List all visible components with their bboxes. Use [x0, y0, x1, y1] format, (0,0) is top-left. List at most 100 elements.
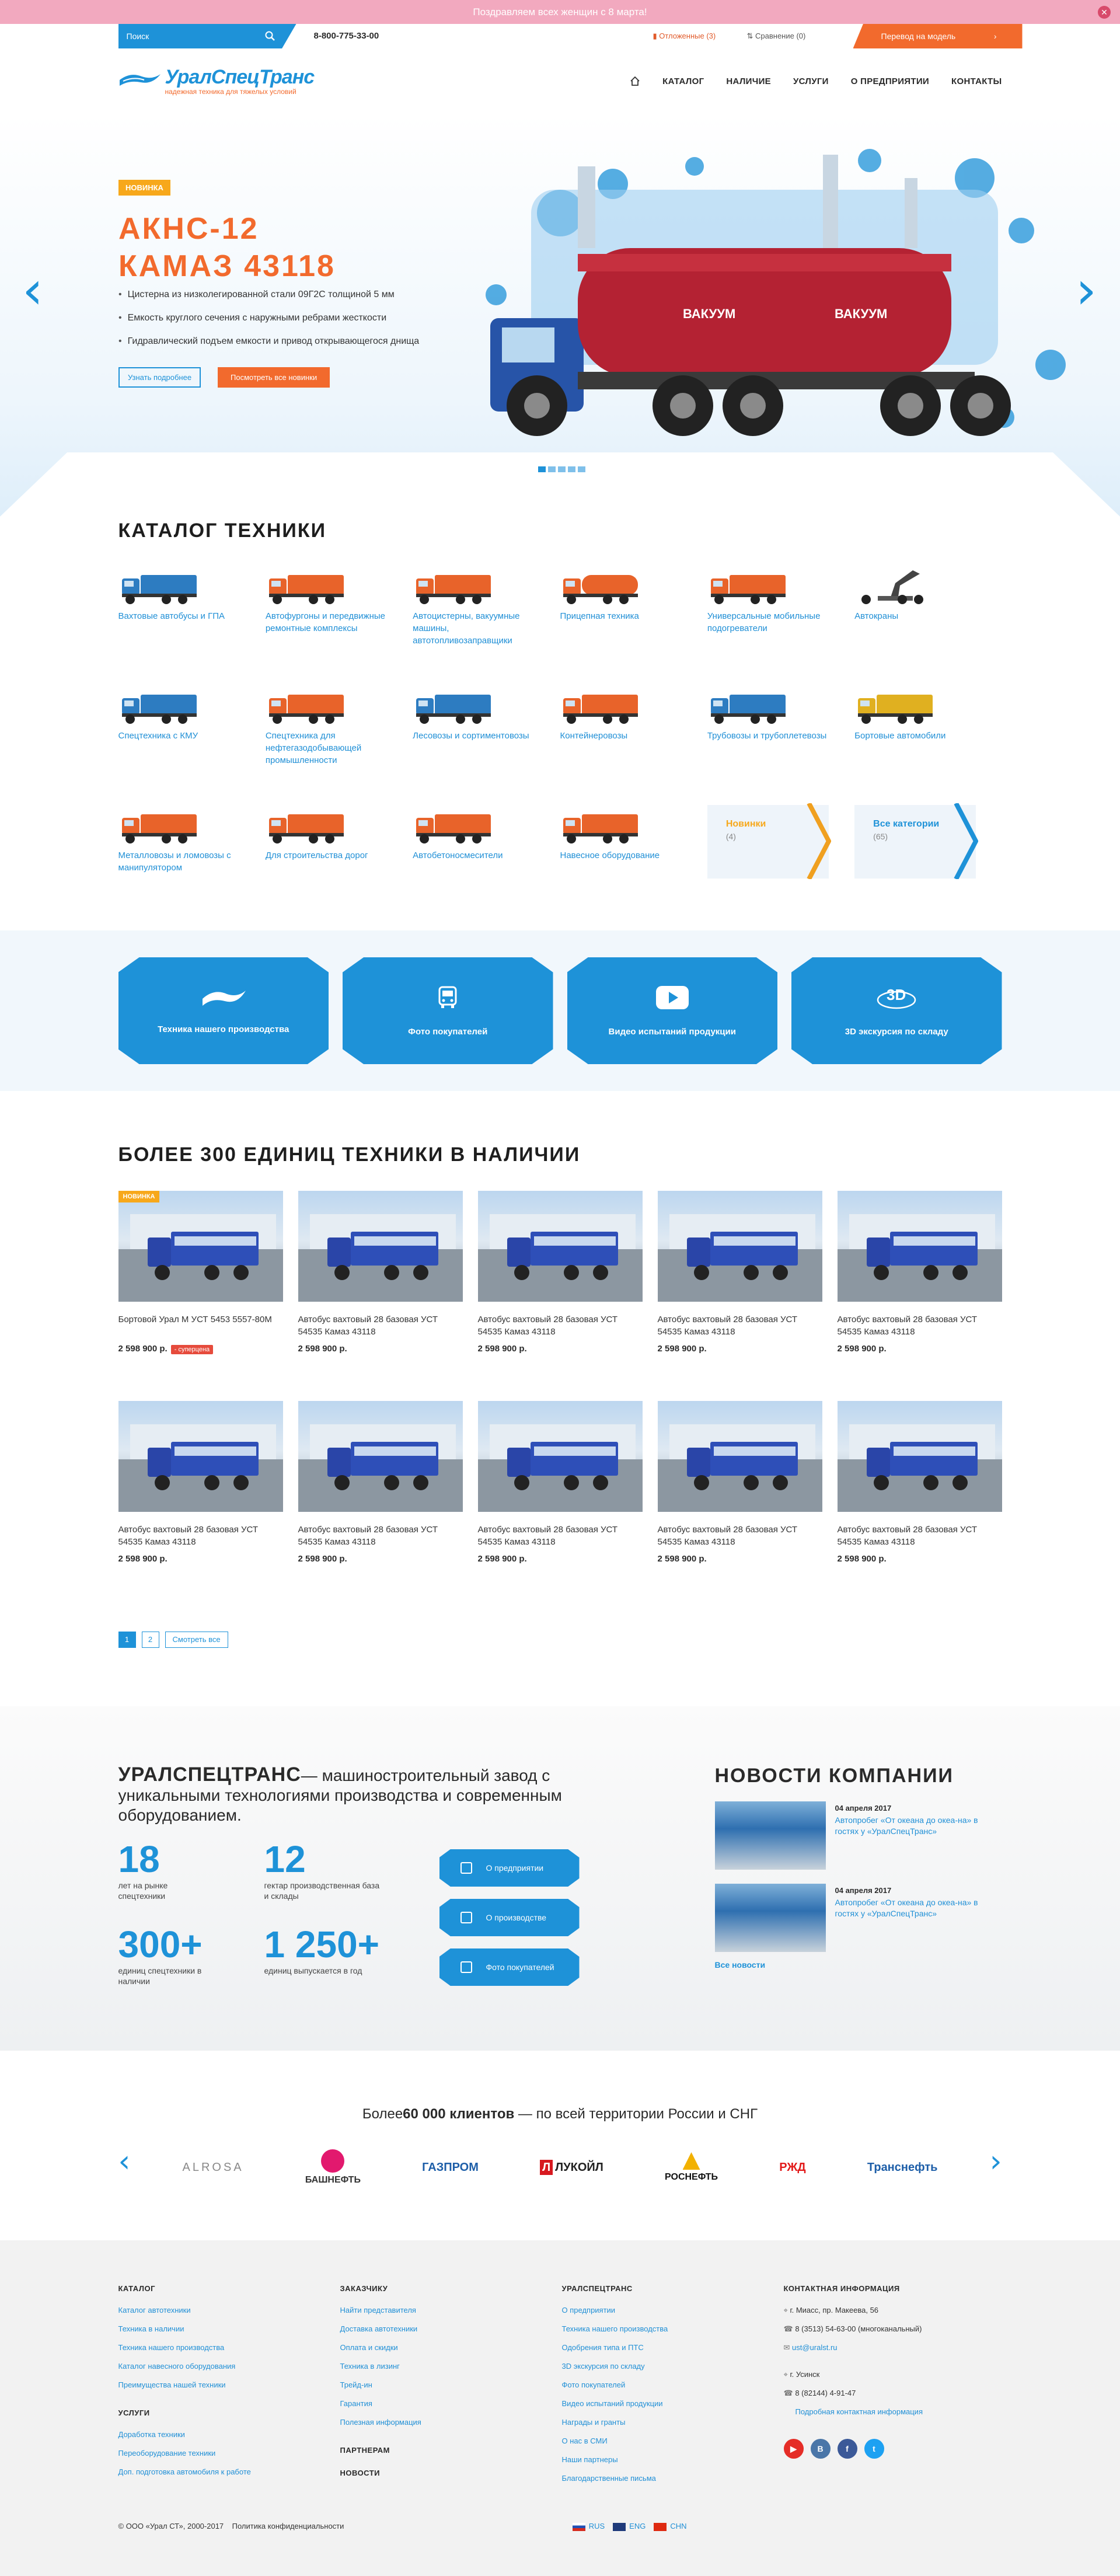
- product-image[interactable]: [657, 1401, 822, 1512]
- footer-link[interactable]: Трейд-ин: [340, 2376, 562, 2394]
- learn-more-button[interactable]: Узнать подробнее: [118, 367, 201, 388]
- product-card[interactable]: Автобус вахтовый 28 базовая УСТ 54535 Ка…: [657, 1401, 822, 1564]
- news-item[interactable]: 04 апреля 2017 Автопробег «От океана до о…: [714, 1801, 1002, 1870]
- footer-link[interactable]: 3D экскурсия по складу: [562, 2357, 784, 2376]
- catalog-item[interactable]: Навесное оборудование: [560, 805, 707, 925]
- clients-next-icon[interactable]: ›: [990, 2144, 1002, 2179]
- catalog-item-label[interactable]: Спецтехника с КМУ: [118, 730, 247, 742]
- product-card[interactable]: Автобус вахтовый 28 базовая УСТ 54535 Ка…: [837, 1191, 1002, 1354]
- footer-link[interactable]: Техника в наличии: [118, 2320, 340, 2338]
- footer-link[interactable]: Переоборудование техники: [118, 2444, 340, 2463]
- slider-dot[interactable]: [548, 466, 556, 472]
- product-card[interactable]: НОВИНКА Бортовой Урал М УСТ 5453 5557-80М…: [118, 1191, 283, 1354]
- privacy-link[interactable]: Политика конфиденциальности: [232, 2522, 344, 2530]
- footer-link[interactable]: Каталог навесного оборудования: [118, 2357, 340, 2376]
- catalog-item[interactable]: Контейнеровозы: [560, 685, 707, 805]
- slider-dot[interactable]: [568, 466, 575, 472]
- footer-heading[interactable]: ПАРТНЕРАМ: [340, 2446, 562, 2455]
- footer-link[interactable]: Найти представителя: [340, 2301, 562, 2320]
- product-card[interactable]: Автобус вахтовый 28 базовая УСТ 54535 Ка…: [118, 1401, 283, 1564]
- close-icon[interactable]: ✕: [1098, 6, 1111, 19]
- product-name[interactable]: Автобус вахтовый 28 базовая УСТ 54535 Ка…: [658, 1524, 822, 1548]
- footer-link[interactable]: Видео испытаний продукции: [562, 2394, 784, 2413]
- footer-link[interactable]: Фото покупателей: [562, 2376, 784, 2394]
- product-card[interactable]: Автобус вахтовый 28 базовая УСТ 54535 Ка…: [298, 1191, 463, 1354]
- youtube-icon[interactable]: ▶: [783, 2439, 804, 2459]
- footer-link[interactable]: Благодарственные письма: [562, 2469, 784, 2488]
- footer-link[interactable]: Гарантия: [340, 2394, 562, 2413]
- catalog-new-link[interactable]: Новинки (4): [707, 803, 831, 879]
- contact-details-link[interactable]: Подробная контактная информация: [784, 2403, 1002, 2421]
- footer-link[interactable]: Техника в лизинг: [340, 2357, 562, 2376]
- catalog-item[interactable]: Металловозы и ломовозы с манипулятором: [118, 805, 266, 925]
- lang-eng[interactable]: ENG: [613, 2522, 646, 2531]
- footer-link[interactable]: О нас в СМИ: [562, 2432, 784, 2450]
- footer-link[interactable]: Доп. подготовка автомобиля к работе: [118, 2463, 340, 2481]
- catalog-item-label[interactable]: Трубовозы и трубоплетевозы: [707, 730, 836, 742]
- lang-rus[interactable]: RUS: [572, 2522, 605, 2531]
- nav-catalog[interactable]: КАТАЛОГ: [662, 76, 704, 86]
- slider-dot[interactable]: [558, 466, 566, 472]
- product-name[interactable]: Автобус вахтовый 28 базовая УСТ 54535 Ка…: [298, 1313, 463, 1338]
- about-production-button[interactable]: О производстве: [439, 1899, 580, 1936]
- product-name[interactable]: Бортовой Урал М УСТ 5453 5557-80М: [118, 1313, 283, 1338]
- catalog-item-label[interactable]: Спецтехника для нефтегазодобывающей пром…: [266, 730, 394, 766]
- catalog-item-label[interactable]: Прицепная техника: [560, 610, 688, 622]
- product-image[interactable]: [837, 1191, 1002, 1302]
- catalog-item[interactable]: Прицепная техника: [560, 566, 707, 685]
- product-name[interactable]: Автобус вахтовый 28 базовая УСТ 54535 Ка…: [838, 1524, 1002, 1548]
- catalog-item[interactable]: Трубовозы и трубоплетевозы: [707, 685, 854, 805]
- all-new-button[interactable]: Посмотреть все новинки: [218, 367, 330, 388]
- catalog-item[interactable]: Спецтехника для нефтегазодобывающей пром…: [266, 685, 413, 805]
- product-name[interactable]: Автобус вахтовый 28 базовая УСТ 54535 Ка…: [478, 1313, 643, 1338]
- search-icon[interactable]: [265, 31, 275, 41]
- footer-link[interactable]: Доработка техники: [118, 2425, 340, 2444]
- product-name[interactable]: Автобус вахтовый 28 базовая УСТ 54535 Ка…: [838, 1313, 1002, 1338]
- slider-prev-icon[interactable]: ‹: [22, 260, 43, 321]
- page-1[interactable]: 1: [118, 1632, 136, 1648]
- catalog-item-label[interactable]: Автоцистерны, вакуумные машины, автотопл…: [413, 610, 541, 647]
- tile-photos[interactable]: Фото покупателей: [343, 957, 553, 1064]
- customer-photos-button[interactable]: Фото покупателей: [439, 1948, 580, 1986]
- product-card[interactable]: Автобус вахтовый 28 базовая УСТ 54535 Ка…: [298, 1401, 463, 1564]
- catalog-item-label[interactable]: Навесное оборудование: [560, 849, 688, 862]
- footer-link[interactable]: Оплата и скидки: [340, 2338, 562, 2357]
- clients-prev-icon[interactable]: ‹: [118, 2144, 131, 2179]
- tile-production[interactable]: Техника нашего производства: [118, 957, 329, 1064]
- footer-link[interactable]: Техника нашего производства: [562, 2320, 784, 2338]
- phone[interactable]: ☎ 8 (3513) 54-63-00 (многоканальный): [784, 2320, 1002, 2338]
- search-input[interactable]: Поиск: [118, 24, 296, 48]
- product-image[interactable]: [118, 1401, 283, 1512]
- logo[interactable]: УралСпецТранс надежная техника для тяжел…: [118, 66, 315, 96]
- footer-link[interactable]: Полезная информация: [340, 2413, 562, 2432]
- catalog-item-label[interactable]: Для строительства дорог: [266, 849, 394, 862]
- footer-link[interactable]: Техника нашего производства: [118, 2338, 340, 2357]
- news-item[interactable]: 04 апреля 2017 Автопробег «От океана до о…: [714, 1884, 1002, 1952]
- home-icon[interactable]: [630, 76, 640, 86]
- favorites-link[interactable]: ▮ Отложенные (3): [653, 32, 716, 41]
- catalog-item-label[interactable]: Контейнеровозы: [560, 730, 688, 742]
- about-company-button[interactable]: О предприятии: [439, 1849, 580, 1887]
- slider-dot[interactable]: [538, 466, 546, 472]
- nav-stock[interactable]: НАЛИЧИЕ: [726, 76, 771, 86]
- product-image[interactable]: [298, 1401, 463, 1512]
- footer-link[interactable]: Преимущества нашей техники: [118, 2376, 340, 2394]
- lang-chn[interactable]: CHN: [654, 2522, 687, 2531]
- catalog-item-label[interactable]: Автобетоносмесители: [413, 849, 541, 862]
- footer-link[interactable]: Наши партнеры: [562, 2450, 784, 2469]
- email[interactable]: ✉ ust@uralst.ru: [784, 2338, 1002, 2357]
- all-news-link[interactable]: Все новости: [715, 1960, 1002, 1970]
- tile-3d[interactable]: 3D 3D экскурсия по складу: [791, 957, 1002, 1064]
- footer-link[interactable]: О предприятии: [562, 2301, 784, 2320]
- footer-link[interactable]: Награды и гранты: [562, 2413, 784, 2432]
- facebook-icon[interactable]: f: [837, 2439, 857, 2459]
- catalog-item-label[interactable]: Вахтовые автобусы и ГПА: [118, 610, 247, 622]
- product-card[interactable]: Автобус вахтовый 28 базовая УСТ 54535 Ка…: [477, 1191, 643, 1354]
- product-name[interactable]: Автобус вахтовый 28 базовая УСТ 54535 Ка…: [658, 1313, 822, 1338]
- catalog-item-label[interactable]: Металловозы и ломовозы с манипулятором: [118, 849, 247, 874]
- product-card[interactable]: Автобус вахтовый 28 базовая УСТ 54535 Ка…: [657, 1191, 822, 1354]
- footer-link[interactable]: Одобрения типа и ПТС: [562, 2338, 784, 2357]
- compare-link[interactable]: ⇅ Сравнение (0): [747, 32, 806, 41]
- catalog-item-label[interactable]: Автокраны: [854, 610, 983, 622]
- product-image[interactable]: НОВИНКА: [118, 1191, 283, 1302]
